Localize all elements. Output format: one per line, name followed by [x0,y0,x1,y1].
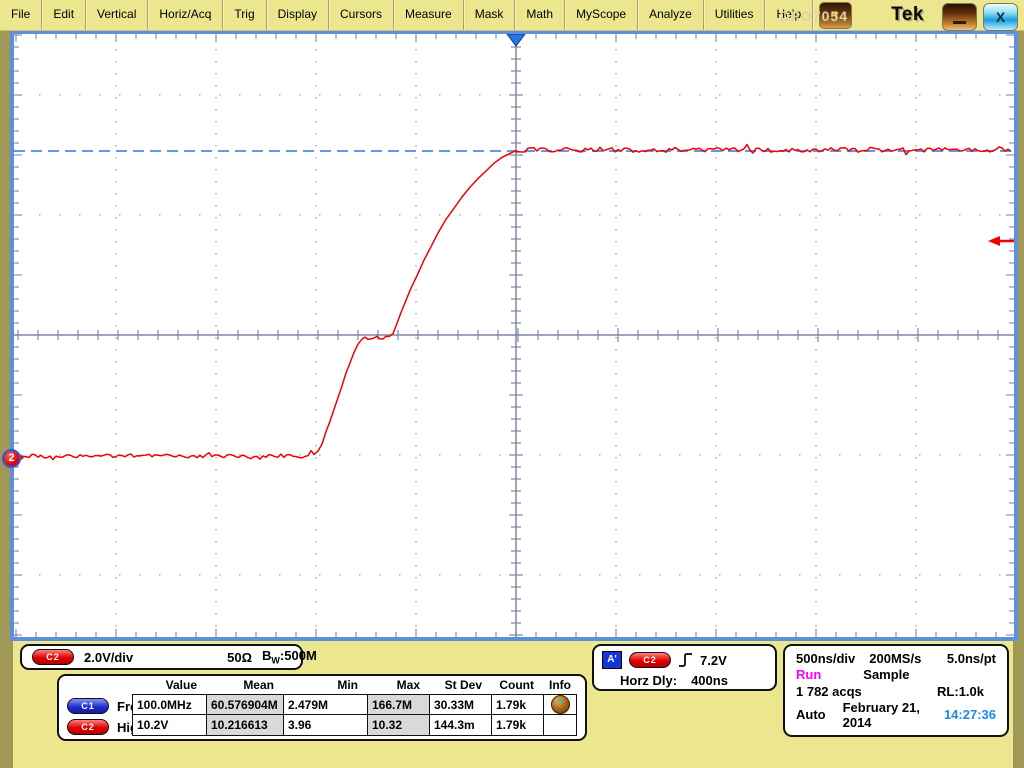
freq-stdev: 30.33M [429,694,491,715]
menu-measure[interactable]: Measure [394,0,464,30]
horizontal-readout[interactable]: 500ns/div 200MS/s 5.0ns/pt Run Sample 1 … [783,644,1009,737]
menu-mask[interactable]: Mask [464,0,516,30]
acquisition-state: Run [796,667,821,682]
acquisition-mode: Sample [863,667,909,682]
col-header-stdev: St Dev [429,677,491,694]
menu-vertical[interactable]: Vertical [86,0,148,30]
col-header-mean: Mean [206,677,283,694]
freq-value: 100.0MHz [132,694,206,715]
close-icon: X [996,9,1005,25]
high-value: 10.2V [132,715,206,736]
menu-analyze[interactable]: Analyze [638,0,704,30]
measurement-header-row: Value Mean Min Max St Dev Count Info [65,677,585,694]
trigger-source-badge: C2 [629,652,671,668]
menu-math[interactable]: Math [515,0,565,30]
horizontal-scale: 500ns/div [796,651,855,666]
resolution: 5.0ns/pt [947,651,996,666]
date-display: February 21, 2014 [843,700,944,730]
menu-utilities[interactable]: Utilities [704,0,766,30]
time-display: 14:27:36 [944,707,996,722]
tek-logo: Tek [891,4,924,26]
menu-file[interactable]: File [0,0,42,30]
high-info-cell [543,715,577,736]
high-stdev: 144.3m [429,715,491,736]
graticule-svg [14,34,1014,637]
high-mean: 10.216613 [206,715,283,736]
table-row: C1 Freq 100.0MHz 60.576904M 2.479M 166.7… [65,694,585,715]
high-max: 10.32 [367,715,429,736]
channel1-badge: C1 [67,698,109,714]
channel2-scale-readout[interactable]: C2 2.0V/div 50Ω BW:500M [20,644,303,670]
channel2-ground-marker[interactable]: 2 [2,449,21,468]
channel2-badge: C2 [32,649,74,665]
trigger-readout[interactable]: A' C2 7.2V Horz Dly: 400ns [592,644,777,691]
record-length: RL:1.0k [937,684,984,699]
horz-delay-label: Horz Dly: [620,673,677,688]
info-icon[interactable]: ? [551,695,570,714]
menu-myscope[interactable]: MyScope [565,0,638,30]
col-header-info: Info [543,677,577,694]
model-label: DPO7054 [780,8,848,24]
vertical-scale-value: 2.0V/div [84,650,133,665]
high-min: 3.96 [283,715,367,736]
col-header-max: Max [367,677,429,694]
col-header-value: Value [132,677,206,694]
scope-display [10,30,1018,641]
bandwidth-limit: BW:500M [262,648,317,666]
col-header-min: Min [283,677,367,694]
channel2-badge: C2 [67,719,109,735]
menu-bar: File Edit Vertical Horiz/Acq Trig Displa… [0,0,1024,31]
trigger-level-value: 7.2V [700,653,727,668]
status-panel: C2 2.0V/div 50Ω BW:500M Value Mean Min M… [13,641,1013,768]
menu-cursors[interactable]: Cursors [329,0,394,30]
trigger-mode: Auto [796,707,826,722]
row1-label: C1 Freq [65,694,132,715]
minimize-icon [953,21,966,24]
menu-trig[interactable]: Trig [223,0,266,30]
close-button[interactable]: X [983,3,1018,31]
row2-label: C2 High* [65,715,132,736]
horz-delay-value: 400ns [691,673,728,688]
sample-rate: 200MS/s [869,651,921,666]
trigger-a-badge: A' [602,651,622,669]
menu-horiz-acq[interactable]: Horiz/Acq [148,0,223,30]
freq-count: 1.79k [491,694,543,715]
measurement-name: Freq [117,699,132,714]
measurement-name: High* [117,720,132,735]
menu-display[interactable]: Display [267,0,329,30]
freq-info-cell: ? [543,694,577,715]
freq-mean: 60.576904M [206,694,283,715]
menu-edit[interactable]: Edit [42,0,86,30]
rising-edge-icon [678,652,693,668]
high-count: 1.79k [491,715,543,736]
freq-min: 2.479M [283,694,367,715]
col-header-count: Count [491,677,543,694]
measurement-table: Value Mean Min Max St Dev Count Info C1 … [57,674,587,741]
table-row: C2 High* 10.2V 10.216613 3.96 10.32 144.… [65,715,585,736]
freq-max: 166.7M [367,694,429,715]
minimize-button[interactable] [942,3,977,31]
input-impedance: 50Ω [227,650,252,665]
acquisition-count: 1 782 acqs [796,684,862,699]
